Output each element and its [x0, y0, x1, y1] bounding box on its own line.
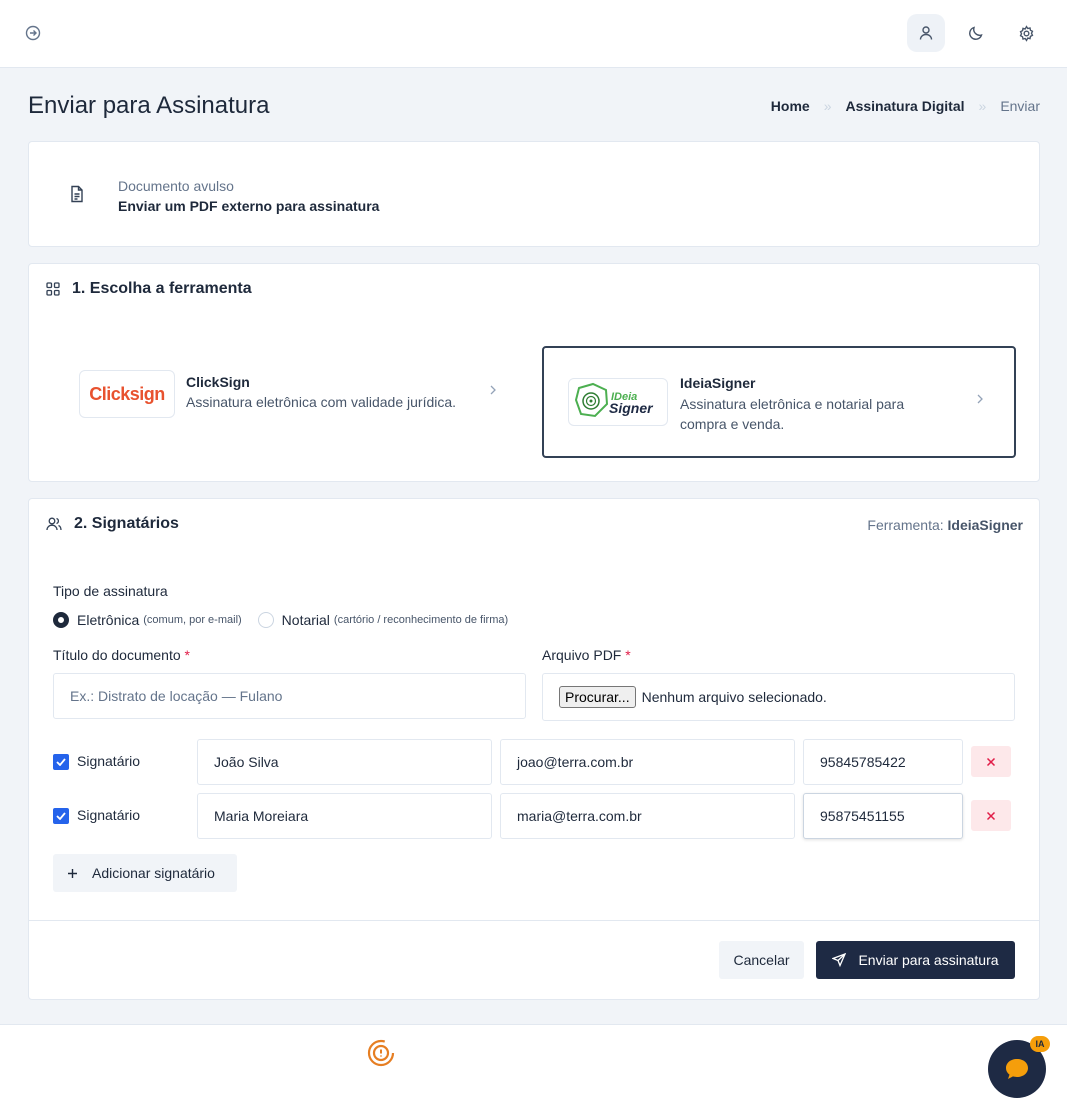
radio-notarial[interactable]: Notarial (cartório / reconhecimento de f… [257, 612, 508, 628]
svg-text:Signer: Signer [609, 400, 654, 416]
toggle-sidebar-icon[interactable] [22, 22, 44, 44]
signer-row: Signatário Maria Moreiara maria@terra.co… [53, 793, 1013, 839]
signer-checkbox[interactable] [53, 754, 69, 770]
chevron-right-icon [976, 392, 984, 410]
breadcrumb-separator: » [978, 98, 987, 114]
browse-file-button[interactable]: Procurar... [559, 686, 636, 708]
document-title: Enviar um PDF externo para assinatura [118, 198, 380, 214]
signers-section-heading: 2. Signatários [46, 515, 179, 533]
radio-eletronica[interactable]: Eletrônica (comum, por e-mail) [53, 612, 242, 628]
signer-email-input[interactable]: joao@terra.com.br [500, 739, 795, 785]
signature-type-label: Tipo de assinatura [53, 583, 168, 599]
divider [29, 920, 1039, 921]
clicksign-logo: Clicksign [79, 370, 175, 418]
close-icon [986, 757, 996, 766]
signer-label: Signatário [77, 753, 141, 769]
ia-badge: IA [1030, 1036, 1050, 1052]
signer-email-input[interactable]: maria@terra.com.br [500, 793, 795, 839]
tool-option-clicksign[interactable]: Clicksign ClickSign Assinatura eletrônic… [79, 359, 499, 429]
close-icon [986, 811, 996, 820]
document-subtitle: Documento avulso [118, 178, 234, 194]
selected-tool-name: IdeiaSigner [947, 517, 1023, 533]
remove-signer-button[interactable] [971, 800, 1011, 831]
signer-name-input[interactable]: João Silva [197, 739, 492, 785]
grid-icon [46, 282, 60, 296]
tool-name: IdeiaSigner [680, 375, 756, 391]
signer-phone-input[interactable]: 95845785422 [803, 739, 963, 785]
top-bar [0, 0, 1067, 68]
tool-section-heading: 1. Escolha a ferramenta [46, 280, 252, 298]
breadcrumb-current: Enviar [1000, 98, 1040, 114]
signer-phone-input[interactable]: 95875451155 [803, 793, 963, 839]
users-icon [46, 517, 62, 531]
plus-icon [68, 868, 77, 878]
tool-description: Assinatura eletrônica e notarial para co… [680, 396, 905, 432]
signer-checkbox[interactable] [53, 808, 69, 824]
remove-signer-button[interactable] [971, 746, 1011, 777]
selected-tool-indicator: Ferramenta: IdeiaSigner [867, 517, 1023, 533]
send-icon [832, 953, 847, 967]
document-icon [69, 185, 85, 208]
signers-section-title: 2. Signatários [74, 515, 179, 532]
radio-button-checked[interactable] [53, 612, 69, 628]
gear-icon[interactable] [1007, 14, 1045, 52]
tool-name: ClickSign [186, 374, 250, 390]
chevron-right-icon [489, 383, 497, 401]
user-icon[interactable] [907, 14, 945, 52]
add-signer-button[interactable]: Adicionar signatário [53, 854, 237, 892]
footer-logo [366, 1037, 398, 1074]
signer-name-input[interactable]: Maria Moreiara [197, 793, 492, 839]
breadcrumb-home[interactable]: Home [771, 98, 810, 114]
breadcrumb-assinatura-digital[interactable]: Assinatura Digital [845, 98, 964, 114]
pdf-file-label: Arquivo PDF * [542, 647, 631, 663]
footer-bar [0, 1024, 1067, 1118]
breadcrumb-separator: » [823, 98, 832, 114]
pdf-file-input[interactable]: Procurar... Nenhum arquivo selecionado. [542, 673, 1015, 721]
breadcrumb: Home » Assinatura Digital » Enviar [771, 98, 1040, 114]
doc-title-input[interactable]: Ex.: Distrato de locação — Fulano [53, 673, 526, 719]
page-title: Enviar para Assinatura [28, 92, 270, 119]
page-header: Enviar para Assinatura Home » Assinatura… [28, 88, 1040, 124]
moon-icon[interactable] [957, 14, 995, 52]
send-for-signature-button[interactable]: Enviar para assinatura [816, 941, 1015, 979]
signature-type-group: Eletrônica (comum, por e-mail) Notarial … [53, 612, 524, 628]
file-status: Nenhum arquivo selecionado. [641, 689, 827, 705]
signers-card: 2. Signatários Ferramenta: IdeiaSigner T… [28, 498, 1040, 1000]
tool-section-title: 1. Escolha a ferramenta [72, 280, 252, 297]
doc-title-label: Título do documento * [53, 647, 190, 663]
radio-button[interactable] [257, 612, 274, 628]
cancel-button[interactable]: Cancelar [719, 941, 804, 979]
tool-description: Assinatura eletrônica com validade juríd… [186, 394, 457, 410]
ideiasigner-logo: IDeia Signer [568, 378, 668, 426]
chat-bubble-icon [1006, 1059, 1028, 1079]
tool-option-ideiasigner[interactable]: IDeia Signer IdeiaSigner Assinatura elet… [542, 346, 1016, 458]
signer-row: Signatário João Silva joao@terra.com.br … [53, 739, 1013, 785]
signer-label: Signatário [77, 807, 141, 823]
tool-selection-card: 1. Escolha a ferramenta Clicksign ClickS… [28, 263, 1040, 482]
document-card: Documento avulso Enviar um PDF externo p… [28, 141, 1040, 247]
